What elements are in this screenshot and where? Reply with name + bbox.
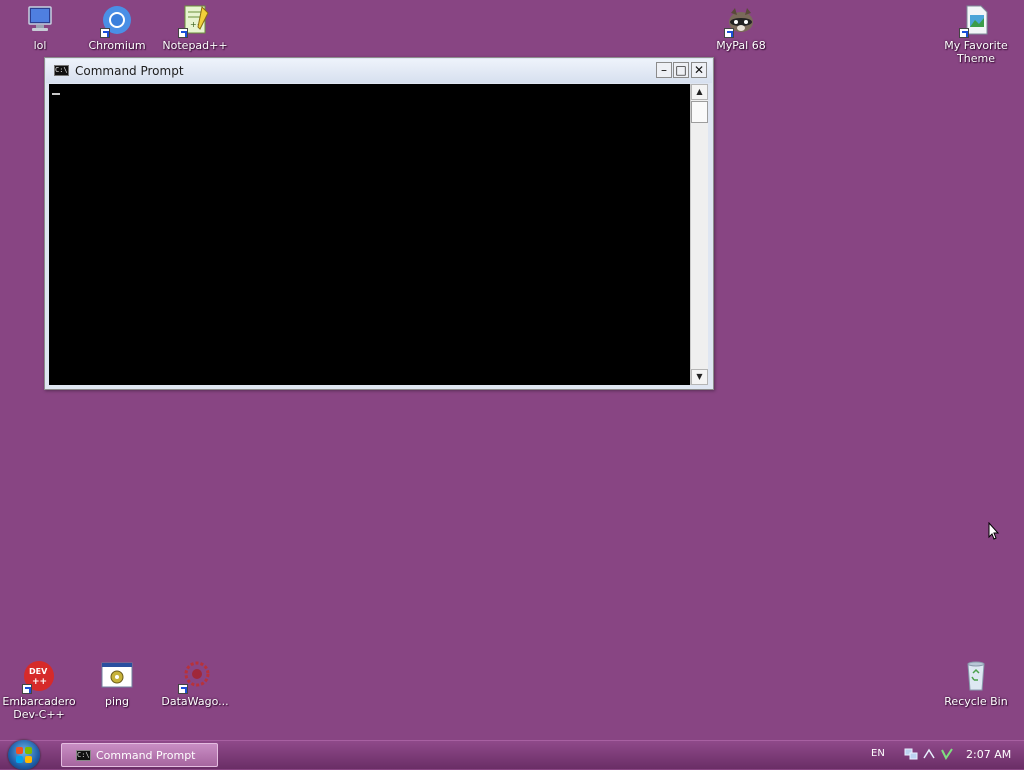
scroll-down-button[interactable]: ▼	[691, 369, 708, 385]
shortcut-arrow-icon	[22, 684, 32, 694]
shortcut-arrow-icon	[178, 684, 188, 694]
taskbar-item-command-prompt[interactable]: C:\ Command Prompt	[61, 743, 218, 767]
shortcut-arrow-icon	[100, 28, 110, 38]
raccoon-icon	[724, 3, 758, 38]
clock[interactable]: 2:07 AM	[966, 748, 1011, 761]
network-icon[interactable]	[904, 747, 918, 761]
desktop-icon-ping[interactable]: ping	[78, 659, 156, 708]
desktop-icon-label: Embarcadero Dev-C++	[2, 695, 76, 721]
datawagon-icon	[178, 659, 212, 694]
desktop-icon-my-favorite-theme[interactable]: My Favorite Theme	[937, 3, 1015, 65]
desktop-icon-devcpp[interactable]: DEV ++ Embarcadero Dev-C++	[0, 659, 78, 721]
minimize-button[interactable]: –	[656, 62, 672, 78]
desktop-icon-datawagon[interactable]: DataWago...	[156, 659, 234, 708]
desktop-icon-label: MyPal 68	[716, 39, 766, 52]
shortcut-arrow-icon	[724, 28, 734, 38]
desktop-icon-recycle-bin[interactable]: Recycle Bin	[937, 659, 1015, 708]
svg-text:DEV: DEV	[29, 667, 48, 676]
desktop-icon-label: DataWago...	[161, 695, 229, 708]
taskbar-item-label: Command Prompt	[96, 749, 196, 762]
desktop-icon-label: Notepad++	[162, 39, 228, 52]
scroll-thumb[interactable]	[691, 101, 708, 123]
theme-file-icon	[959, 3, 993, 38]
shortcut-arrow-icon	[959, 28, 969, 38]
desktop-icon-mypal[interactable]: MyPal 68	[702, 3, 780, 52]
vertical-scrollbar[interactable]: ▲ ▼	[690, 84, 708, 385]
text-cursor	[52, 93, 60, 95]
desktop-icon-notepadpp[interactable]: ++ Notepad++	[156, 3, 234, 52]
desktop-icon-label: Recycle Bin	[944, 695, 1008, 708]
windows-logo-icon	[16, 747, 32, 763]
command-prompt-window[interactable]: C:\ Command Prompt – □ ✕ ▲ ▼	[44, 57, 714, 390]
desktop-icon-label: Chromium	[88, 39, 146, 52]
chromium-icon	[100, 3, 134, 38]
console-output[interactable]	[49, 84, 690, 385]
svg-text:++: ++	[32, 677, 47, 687]
close-button[interactable]: ✕	[691, 62, 707, 78]
desktop-icon-label: My Favorite Theme	[944, 39, 1008, 65]
desktop-icon-lol[interactable]: lol	[1, 3, 79, 52]
maximize-button[interactable]: □	[673, 62, 689, 78]
desktop-icon-label: lol	[33, 39, 47, 52]
desktop-icon-chromium[interactable]: Chromium	[78, 3, 156, 52]
shortcut-arrow-icon	[178, 28, 188, 38]
window-title: Command Prompt	[75, 64, 184, 78]
cmd-icon: C:\	[76, 750, 91, 761]
notepadpp-icon: ++	[178, 3, 212, 38]
scroll-up-button[interactable]: ▲	[691, 84, 708, 100]
taskbar: C:\ Command Prompt EN 2:07 AM	[0, 740, 1024, 770]
tray-app-icon[interactable]	[922, 747, 936, 761]
batch-file-icon	[100, 659, 134, 693]
cmd-icon: C:\	[54, 65, 69, 76]
recycle-bin-icon	[959, 659, 993, 693]
window-titlebar[interactable]: C:\ Command Prompt – □ ✕	[46, 59, 712, 83]
devcpp-icon: DEV ++	[22, 659, 56, 694]
computer-icon	[23, 3, 57, 37]
language-indicator[interactable]: EN	[871, 748, 885, 759]
start-button[interactable]	[8, 740, 40, 770]
action-center-icon[interactable]	[940, 747, 954, 761]
desktop-icon-label: ping	[105, 695, 129, 708]
